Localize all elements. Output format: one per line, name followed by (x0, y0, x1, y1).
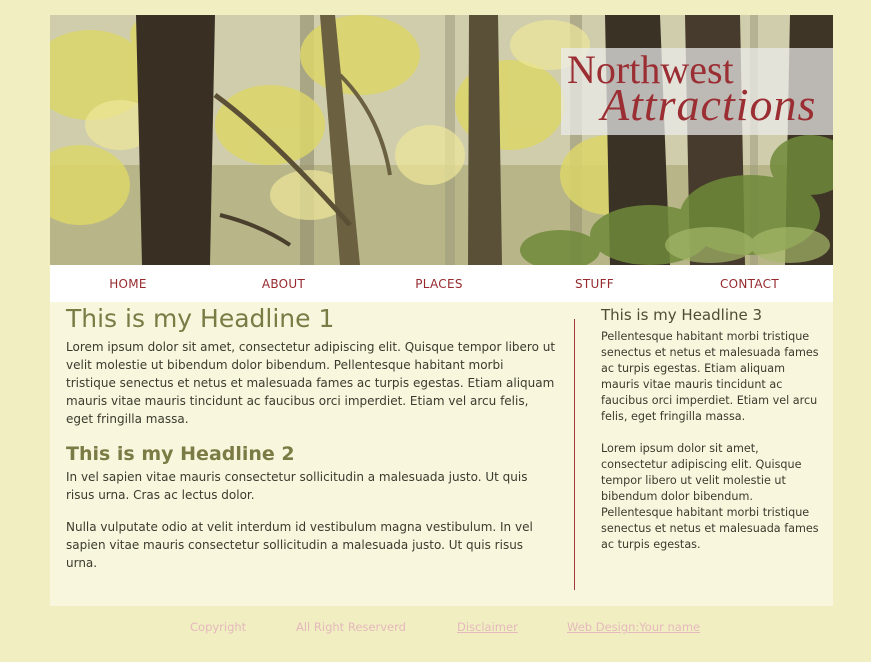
main-nav: HOME ABOUT PLACES STUFF CONTACT (50, 265, 833, 302)
sidebar-paragraph-2: Lorem ipsum dolor sit amet, consectetur … (601, 442, 819, 551)
sidebar: This is my Headline 3 Pellentesque habit… (601, 305, 821, 569)
headline-2: This is my Headline 2 (66, 443, 295, 465)
main-paragraph-3: Nulla vulputate odio at velit interdum i… (66, 520, 533, 570)
site-logo: Northwest Attractions (561, 48, 833, 135)
nav-item-home[interactable]: HOME (50, 277, 206, 291)
nav-item-places[interactable]: PLACES (361, 277, 517, 291)
footer-copyright: Copyright (190, 620, 247, 634)
nav-item-about[interactable]: ABOUT (206, 277, 361, 291)
page-wrapper: Northwest Attractions HOME ABOUT PLACES … (50, 15, 833, 606)
main-paragraph-1: Lorem ipsum dolor sit amet, consectetur … (66, 340, 556, 426)
nav-item-stuff[interactable]: STUFF (517, 277, 672, 291)
main-paragraph-2: In vel sapien vitae mauris consectetur s… (66, 470, 528, 502)
sidebar-paragraph-1: Pellentesque habitant morbi tristique se… (601, 330, 819, 423)
column-divider (574, 319, 575, 590)
main-column: This is my Headline 1 Lorem ipsum dolor … (66, 304, 556, 586)
headline-3: This is my Headline 3 (601, 306, 763, 324)
header-banner: Northwest Attractions (50, 15, 833, 265)
content-area: This is my Headline 1 Lorem ipsum dolor … (50, 302, 833, 606)
logo-line-2: Attractions (601, 79, 817, 130)
footer: Copyright All Right Reserverd Disclaimer… (0, 618, 871, 638)
footer-rights: All Right Reserverd (296, 620, 406, 634)
footer-disclaimer-link[interactable]: Disclaimer (457, 620, 518, 634)
nav-item-contact[interactable]: CONTACT (672, 277, 827, 291)
footer-design-link[interactable]: Web Design:Your name (567, 620, 700, 634)
headline-1: This is my Headline 1 (66, 304, 335, 333)
